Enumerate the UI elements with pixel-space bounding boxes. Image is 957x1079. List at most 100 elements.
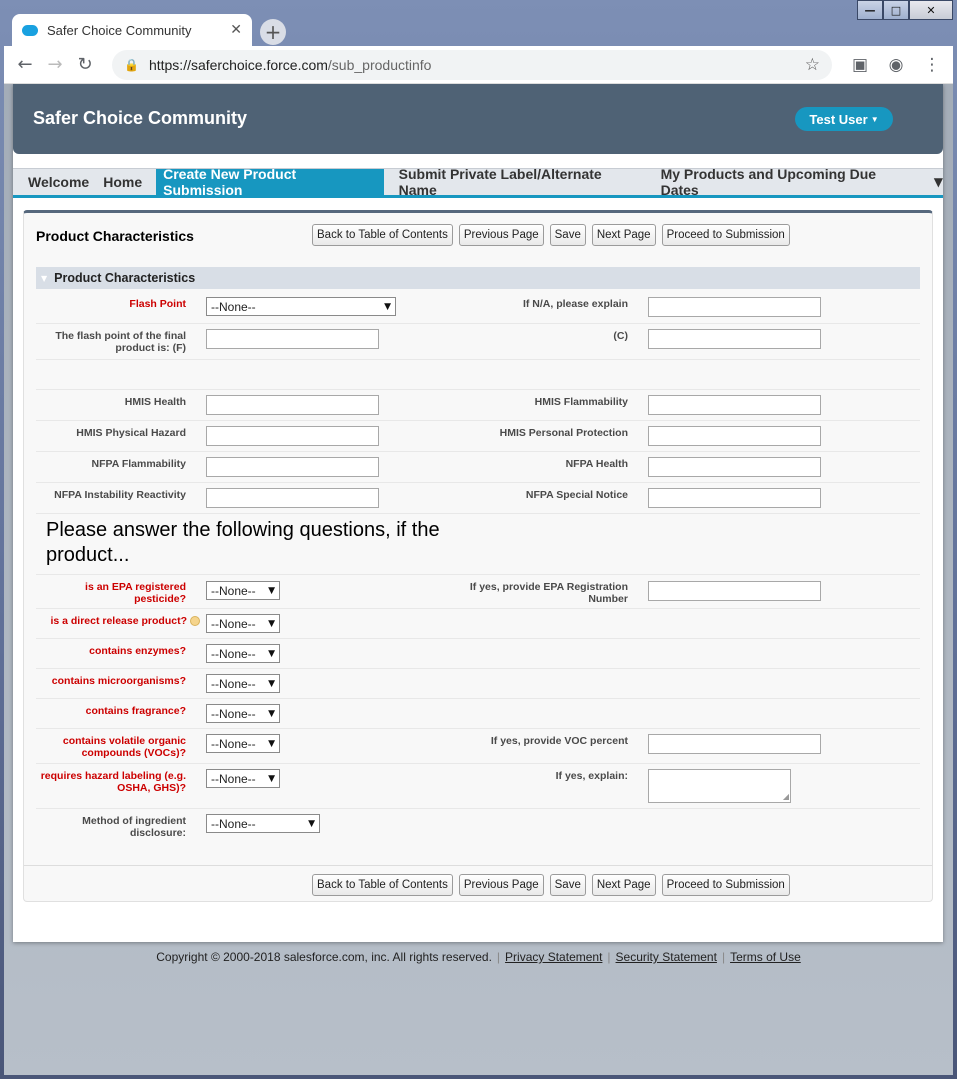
save-button[interactable]: Save (549, 874, 586, 896)
menu-kebab-icon[interactable]: ⋮ (914, 55, 950, 75)
flash-point-label: Flash Point (129, 298, 186, 310)
new-tab-icon[interactable]: + (260, 19, 286, 45)
nfpa-health-input[interactable] (648, 457, 821, 477)
tab-title: Safer Choice Community (47, 22, 192, 38)
flash-f-input[interactable] (206, 329, 379, 349)
hmis-health-label: HMIS Health (124, 396, 186, 408)
nav-private-label[interactable]: Submit Private Label/Alternate Name (392, 166, 648, 198)
hazard-explain-label: If yes, explain: (555, 770, 628, 782)
vocs-row: contains volatile organic compounds (VOC… (36, 729, 920, 764)
direct-release-value: --None-- (211, 616, 256, 631)
previous-page-button[interactable]: Previous Page (458, 874, 544, 896)
hazard-labeling-label: requires hazard labeling (e.g. OSHA, GHS… (40, 770, 186, 794)
form-panel: Product Characteristics Back to Table of… (23, 210, 933, 902)
section-header[interactable]: ▼ Product Characteristics (36, 267, 920, 289)
site-header: Safer Choice Community Test User ▼ (13, 84, 943, 154)
footer-divider: | (496, 950, 501, 964)
hmis-physical-input[interactable] (206, 426, 379, 446)
address-bar[interactable]: 🔒 https://saferchoice.force.com/sub_prod… (112, 49, 832, 80)
back-arrow-icon[interactable]: ← (10, 54, 40, 75)
hmis-ppe-input[interactable] (648, 426, 821, 446)
terms-link[interactable]: Terms of Use (730, 950, 801, 964)
profile-icon[interactable]: ◉ (878, 55, 914, 75)
microorganisms-row: contains microorganisms? --None-- ▼ (36, 669, 920, 699)
hmis-ppe-label: HMIS Personal Protection (499, 427, 628, 439)
microorganisms-select[interactable]: --None-- ▼ (206, 674, 280, 693)
hazard-explain-textarea[interactable]: ◢ (648, 769, 791, 803)
voc-percent-label: If yes, provide VOC percent (490, 735, 628, 747)
flash-point-select[interactable]: --None-- ▼ (206, 297, 396, 316)
fragrance-select[interactable]: --None-- ▼ (206, 704, 280, 723)
collapse-triangle-icon: ▼ (41, 273, 48, 283)
microorganisms-value: --None-- (211, 676, 256, 691)
tab-close-icon[interactable]: ✕ (230, 22, 242, 38)
flash-point-value: --None-- (211, 299, 256, 314)
nav-home[interactable]: Home (96, 169, 149, 195)
security-link[interactable]: Security Statement (616, 950, 717, 964)
enzymes-select[interactable]: --None-- ▼ (206, 644, 280, 663)
browser-tab[interactable]: Safer Choice Community ✕ (12, 14, 252, 46)
vocs-value: --None-- (211, 736, 256, 751)
previous-page-button[interactable]: Previous Page (458, 224, 544, 246)
back-to-toc-button[interactable]: Back to Table of Contents (312, 224, 453, 246)
privacy-link[interactable]: Privacy Statement (505, 950, 602, 964)
hazard-labeling-select[interactable]: --None-- ▼ (206, 769, 280, 788)
save-button[interactable]: Save (549, 224, 586, 246)
hmis-health-input[interactable] (206, 395, 379, 415)
cast-icon[interactable]: ▣ (842, 55, 878, 75)
voc-percent-input[interactable] (648, 734, 821, 754)
nfpa-special-input[interactable] (648, 488, 821, 508)
disclosure-select[interactable]: --None-- ▼ (206, 814, 320, 833)
hmis-flammability-input[interactable] (648, 395, 821, 415)
spacer-row (36, 360, 920, 390)
help-info-icon[interactable] (190, 616, 200, 627)
section-title: Product Characteristics (54, 271, 196, 285)
nfpa-special-label: NFPA Special Notice (525, 489, 628, 501)
reload-icon[interactable]: ↻ (70, 54, 100, 75)
nav-create-submission[interactable]: Create New Product Submission (156, 166, 384, 198)
direct-release-text: is a direct release product? (50, 615, 187, 627)
back-to-toc-button[interactable]: Back to Table of Contents (312, 874, 453, 896)
next-page-button[interactable]: Next Page (591, 224, 656, 246)
site-footer: Copyright © 2000-2018 salesforce.com, in… (4, 950, 953, 964)
na-explain-label: If N/A, please explain (522, 298, 628, 310)
dropdown-arrow-icon: ▼ (268, 773, 275, 784)
vocs-select[interactable]: --None-- ▼ (206, 734, 280, 753)
epa-reg-input[interactable] (648, 581, 821, 601)
resize-grip-icon[interactable]: ◢ (783, 792, 789, 801)
salesforce-cloud-icon (22, 24, 38, 36)
flash-c-label: (C) (613, 330, 628, 342)
direct-release-select[interactable]: --None-- ▼ (206, 614, 280, 633)
nfpa-flammability-label: NFPA Flammability (91, 458, 186, 470)
proceed-to-submission-button[interactable]: Proceed to Submission (661, 874, 790, 896)
nfpa-flammability-input[interactable] (206, 457, 379, 477)
site-title: Safer Choice Community (33, 108, 248, 128)
proceed-to-submission-button[interactable]: Proceed to Submission (661, 224, 790, 246)
top-button-row: Back to Table of Contents Previous Page … (312, 224, 790, 246)
flash-c-input[interactable] (648, 329, 821, 349)
next-page-button[interactable]: Next Page (591, 874, 656, 896)
nfpa-instability-input[interactable] (206, 488, 379, 508)
epa-pesticide-select[interactable]: --None-- ▼ (206, 581, 280, 600)
browser-toolbar: ← → ↻ 🔒 https://saferchoice.force.com/su… (4, 46, 953, 84)
bookmark-star-icon[interactable]: ☆ (805, 55, 820, 75)
flash-temp-row: The flash point of the final product is:… (36, 324, 920, 360)
url-text: https://saferchoice.force.com/sub_produc… (149, 57, 805, 73)
hmis-row-1: HMIS Health HMIS Flammability (36, 390, 920, 421)
copyright-text: Copyright © 2000-2018 salesforce.com, in… (156, 950, 492, 964)
page-viewport: Safer Choice Community Test User ▼ Welcom… (4, 84, 953, 1075)
nav-more-icon[interactable]: ▼ (934, 169, 943, 195)
direct-release-label: is a direct release product? (34, 615, 200, 627)
nav-welcome[interactable]: Welcome (13, 169, 96, 195)
dropdown-arrow-icon: ▼ (268, 585, 275, 596)
footer-divider: | (607, 950, 611, 964)
hazard-labeling-value: --None-- (211, 771, 256, 786)
forward-arrow-icon[interactable]: → (40, 54, 70, 75)
flash-f-label: The flash point of the final product is:… (55, 330, 186, 354)
hmis-flammability-label: HMIS Flammability (534, 396, 628, 408)
disclosure-label: Method of ingredient disclosure: (82, 815, 186, 839)
flash-point-row: Flash Point --None-- ▼ If N/A, please exp… (36, 293, 920, 324)
nav-my-products[interactable]: My Products and Upcoming Due Dates (654, 166, 922, 198)
na-explain-input[interactable] (648, 297, 821, 317)
user-menu-button[interactable]: Test User ▼ (795, 107, 893, 131)
